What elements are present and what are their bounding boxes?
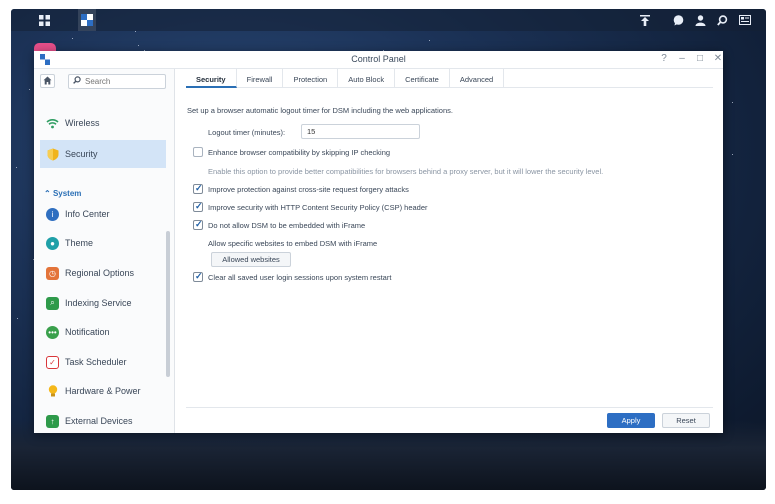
control-panel-window: Control Panel ? – □ ✕ Wireless Security: [34, 51, 723, 433]
sidebar-item-label: Wireless: [65, 118, 100, 128]
sidebar-item-label: Security: [65, 149, 98, 159]
logout-timer-description: Set up a browser automatic logout timer …: [187, 106, 453, 115]
sidebar: Wireless Security ⌃ System i Info Center…: [34, 69, 175, 433]
apply-button[interactable]: Apply: [607, 413, 655, 428]
index-search-icon: ⌕: [46, 296, 59, 310]
iframe-block-label: Do not allow DSM to be embedded with iFr…: [208, 221, 366, 230]
tab-advanced[interactable]: Advanced: [450, 69, 505, 88]
close-icon[interactable]: ✕: [712, 53, 724, 65]
enhance-compatibility-checkbox[interactable]: [193, 147, 203, 157]
upload-icon[interactable]: [637, 9, 653, 31]
clear-sessions-label: Clear all saved user login sessions upon…: [208, 273, 392, 282]
sidebar-item-indexing-service[interactable]: ⌕ Indexing Service: [40, 289, 166, 317]
enhance-compatibility-hint: Enable this option to provide better com…: [208, 167, 604, 176]
tab-certificate[interactable]: Certificate: [395, 69, 450, 88]
sidebar-item-label: Theme: [65, 238, 94, 248]
tab-auto-block[interactable]: Auto Block: [338, 69, 396, 88]
chat-bubble-icon: •••: [46, 325, 59, 339]
star: [732, 102, 733, 103]
sidebar-item-notification[interactable]: ••• Notification: [40, 318, 166, 346]
sidebar-item-task-scheduler[interactable]: ✓ Task Scheduler: [40, 348, 166, 376]
star: [138, 45, 139, 46]
sidebar-item-label: Hardware & Power: [65, 386, 141, 396]
taskbar: [11, 9, 766, 31]
csrf-protection-label: Improve protection against cross-site re…: [208, 185, 409, 194]
upload-device-icon: ↑: [46, 414, 59, 428]
minimize-icon[interactable]: –: [676, 53, 688, 65]
logout-timer-label: Logout timer (minutes):: [208, 128, 286, 137]
search-input[interactable]: [85, 76, 163, 87]
maximize-icon[interactable]: □: [694, 53, 706, 65]
lightbulb-icon: [46, 384, 59, 398]
iframe-block-checkbox[interactable]: [193, 219, 203, 230]
tab-bar: Security Firewall Protection Auto Block …: [186, 69, 713, 88]
wifi-icon: [46, 117, 59, 130]
shield-icon: [46, 148, 59, 161]
star: [429, 40, 430, 41]
star: [135, 31, 136, 32]
palette-icon: ●: [46, 236, 59, 250]
sidebar-item-info-center[interactable]: i Info Center: [40, 200, 166, 228]
widgets-icon[interactable]: [737, 9, 753, 31]
clear-sessions-checkbox[interactable]: [193, 271, 203, 282]
star: [732, 154, 733, 155]
chevron-up-icon: ⌃: [44, 189, 53, 198]
reset-button[interactable]: Reset: [662, 413, 710, 428]
sidebar-item-label: Indexing Service: [65, 298, 132, 308]
sidebar-item-security[interactable]: Security: [40, 140, 166, 168]
home-button[interactable]: [40, 74, 55, 88]
tab-protection[interactable]: Protection: [283, 69, 339, 88]
chat-icon[interactable]: [671, 9, 685, 31]
search-icon: [73, 76, 81, 86]
control-panel-taskbar-icon[interactable]: [78, 9, 96, 31]
footer-divider: [186, 407, 713, 408]
tab-security[interactable]: Security: [186, 69, 237, 88]
sidebar-item-wireless[interactable]: Wireless: [40, 109, 166, 137]
section-header-system[interactable]: ⌃ System: [44, 189, 81, 198]
sidebar-item-label: Notification: [65, 327, 110, 337]
star: [17, 318, 18, 319]
csrf-protection-checkbox[interactable]: [193, 183, 203, 194]
search-icon[interactable]: [715, 9, 729, 31]
tab-firewall[interactable]: Firewall: [237, 69, 284, 88]
star: [29, 89, 30, 90]
enhance-compatibility-label: Enhance browser compatibility by skippin…: [208, 148, 391, 157]
star: [16, 167, 17, 168]
sidebar-item-label: Regional Options: [65, 268, 135, 278]
allow-websites-label: Allow specific websites to embed DSM wit…: [208, 239, 378, 248]
sidebar-item-external-devices[interactable]: ↑ External Devices: [40, 407, 166, 433]
sidebar-item-label: External Devices: [65, 416, 133, 426]
home-icon: [43, 76, 52, 85]
logout-timer-input[interactable]: [301, 124, 420, 139]
search-box[interactable]: [68, 74, 166, 89]
sidebar-item-label: Task Scheduler: [65, 357, 127, 367]
info-icon: i: [46, 207, 59, 221]
csp-header-label: Improve security with HTTP Content Secur…: [208, 203, 428, 212]
sidebar-item-theme[interactable]: ● Theme: [40, 229, 166, 257]
task-calendar-icon: ✓: [46, 355, 59, 369]
user-icon[interactable]: [693, 9, 707, 31]
window-title: Control Panel: [351, 54, 406, 64]
allowed-websites-button[interactable]: Allowed websites: [211, 252, 291, 267]
main-menu-icon[interactable]: [35, 9, 53, 31]
sidebar-scrollbar[interactable]: [166, 231, 170, 377]
help-icon[interactable]: ?: [658, 53, 670, 65]
sidebar-item-regional-options[interactable]: ◷ Regional Options: [40, 259, 166, 287]
sidebar-item-label: Info Center: [65, 209, 110, 219]
calendar-clock-icon: ◷: [46, 266, 59, 280]
star: [72, 38, 73, 39]
csp-header-checkbox[interactable]: [193, 201, 203, 212]
sidebar-item-hardware-power[interactable]: Hardware & Power: [40, 377, 166, 405]
window-titlebar[interactable]: Control Panel ? – □ ✕: [34, 51, 723, 69]
